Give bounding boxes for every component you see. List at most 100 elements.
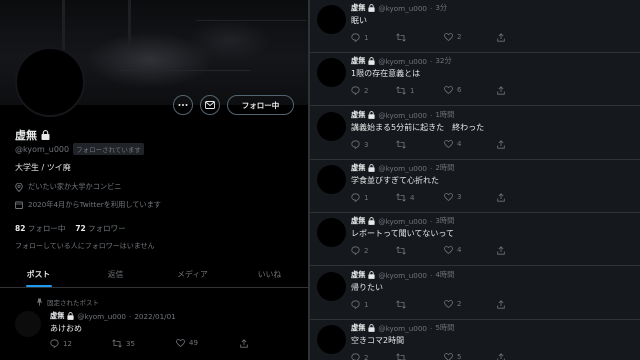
post-author-name[interactable]: 虚無 (351, 110, 365, 120)
post-separator: · (430, 163, 433, 173)
share-button[interactable] (497, 300, 505, 309)
post-header: 虚無 @kyom_u000 · 2時間 (351, 163, 454, 173)
like-button[interactable]: 4 (444, 246, 461, 254)
like-icon (176, 339, 185, 347)
timeline-post[interactable]: 虚無 @kyom_u000 · 5時間 空きコマ2時間 2 5 (310, 320, 640, 360)
share-button[interactable] (240, 339, 248, 348)
like-icon (444, 300, 453, 308)
repost-button[interactable]: 1 (396, 86, 414, 95)
avatar[interactable] (317, 272, 346, 301)
timeline-post[interactable]: 虚無 @kyom_u000 · 1時間 講義始まる5分前に起きた 終わった 3 … (310, 107, 640, 160)
like-button[interactable]: 6 (444, 86, 461, 94)
share-button[interactable] (497, 193, 505, 202)
known-followers-note: フォローしている人にフォロワーはいません (15, 242, 155, 250)
reply-button[interactable]: 1 (351, 33, 368, 42)
timeline-post[interactable]: 虚無 @kyom_u000 · 3時間 レポートって聞いてないって 2 4 (310, 213, 640, 266)
like-button[interactable]: 49 (176, 339, 198, 347)
timeline-post[interactable]: 虚無 @kyom_u000 · 2時間 学食並びすぎて心折れた 1 4 3 (310, 160, 640, 213)
post-handle[interactable]: @kyom_u000 (378, 57, 427, 66)
reply-button[interactable]: 1 (351, 193, 368, 202)
repost-button[interactable] (396, 246, 410, 255)
repost-button[interactable] (396, 140, 410, 149)
like-button[interactable]: 2 (444, 300, 461, 308)
post-time[interactable]: 5時間 (435, 323, 454, 333)
reply-button[interactable]: 3 (351, 140, 368, 149)
repost-button[interactable] (396, 353, 410, 360)
post-author-name[interactable]: 虚無 (351, 3, 365, 13)
reply-button[interactable]: 2 (351, 86, 368, 95)
share-button[interactable] (497, 353, 505, 360)
reply-count: 12 (63, 339, 72, 348)
more-icon (178, 104, 188, 106)
post-handle[interactable]: @kyom_u000 (378, 4, 427, 13)
post-author-name[interactable]: 虚無 (50, 311, 64, 321)
post-handle[interactable]: @kyom_u000 (378, 217, 427, 226)
post-time[interactable]: 2時間 (435, 163, 454, 173)
timeline-post[interactable]: 虚無 @kyom_u000 · 3分 眠い 1 2 (310, 0, 640, 53)
avatar[interactable] (317, 5, 346, 34)
share-button[interactable] (497, 140, 505, 149)
share-button[interactable] (497, 246, 505, 255)
avatar[interactable] (317, 112, 346, 141)
post-time[interactable]: 32分 (435, 56, 451, 66)
post-time[interactable]: 1時間 (435, 110, 454, 120)
post-handle[interactable]: @kyom_u000 (77, 312, 126, 321)
reply-button[interactable]: 12 (50, 339, 72, 348)
following-button[interactable]: フォロー中 (227, 95, 294, 115)
reply-button[interactable]: 2 (351, 246, 368, 255)
post-handle[interactable]: @kyom_u000 (378, 164, 427, 173)
like-button[interactable]: 5 (444, 353, 461, 360)
repost-count: 4 (410, 193, 415, 202)
like-button[interactable]: 3 (444, 193, 461, 201)
post-header: 虚無 @kyom_u000 · 3分 (351, 3, 447, 13)
post-text: 眠い (351, 16, 367, 25)
tab-likes[interactable]: いいね (231, 262, 308, 287)
message-button[interactable] (200, 95, 220, 115)
pinned-post[interactable]: 固定されたポスト 虚無 @kyom_u000 · 2022/01/01 あけおめ… (0, 289, 308, 360)
reply-count: 1 (364, 33, 369, 42)
tab-media[interactable]: メディア (154, 262, 231, 287)
reply-icon (351, 246, 360, 255)
avatar[interactable] (317, 218, 346, 247)
post-author-name[interactable]: 虚無 (351, 216, 365, 226)
avatar[interactable] (317, 58, 346, 87)
share-button[interactable] (497, 86, 505, 95)
post-handle[interactable]: @kyom_u000 (378, 111, 427, 120)
repost-button[interactable]: 35 (112, 339, 135, 348)
profile-avatar[interactable] (15, 47, 85, 117)
post-handle[interactable]: @kyom_u000 (378, 271, 427, 280)
post-author-name[interactable]: 虚無 (351, 56, 365, 66)
avatar[interactable] (317, 165, 346, 194)
post-time[interactable]: 3時間 (435, 216, 454, 226)
timeline-post[interactable]: 虚無 @kyom_u000 · 32分 1限の存在意義とは 2 1 6 (310, 53, 640, 106)
following-count-link[interactable]: 82 フォロー中 (15, 223, 65, 234)
post-handle[interactable]: @kyom_u000 (378, 324, 427, 333)
share-button[interactable] (497, 33, 505, 42)
post-time[interactable]: 3分 (435, 3, 447, 13)
reply-icon (351, 193, 360, 202)
post-time[interactable]: 4時間 (435, 270, 454, 280)
like-button[interactable]: 2 (444, 33, 461, 41)
lock-icon (368, 57, 376, 65)
post-header: 虚無 @kyom_u000 · 2022/01/01 (50, 311, 176, 321)
timeline-post[interactable]: 虚無 @kyom_u000 · 4時間 帰りたい 1 2 (310, 267, 640, 320)
avatar[interactable] (317, 325, 346, 354)
repost-button[interactable]: 4 (396, 193, 414, 202)
avatar[interactable] (15, 311, 41, 337)
joined-row: 2020年4月からTwitterを利用しています (15, 200, 161, 210)
followers-count-link[interactable]: 72 フォロワー (75, 223, 125, 234)
repost-button[interactable] (396, 33, 410, 42)
repost-button[interactable] (396, 300, 410, 309)
more-button[interactable] (173, 95, 193, 115)
tab-posts[interactable]: ポスト (0, 262, 77, 287)
reply-button[interactable]: 2 (351, 353, 368, 360)
tab-replies[interactable]: 返信 (77, 262, 154, 287)
reply-button[interactable]: 1 (351, 300, 368, 309)
post-date[interactable]: 2022/01/01 (134, 312, 175, 321)
post-author-name[interactable]: 虚無 (351, 270, 365, 280)
follows-you-badge: フォローされています (73, 143, 144, 155)
like-button[interactable]: 4 (444, 140, 461, 148)
post-author-name[interactable]: 虚無 (351, 163, 365, 173)
post-author-name[interactable]: 虚無 (351, 323, 365, 333)
reply-icon (351, 140, 360, 149)
